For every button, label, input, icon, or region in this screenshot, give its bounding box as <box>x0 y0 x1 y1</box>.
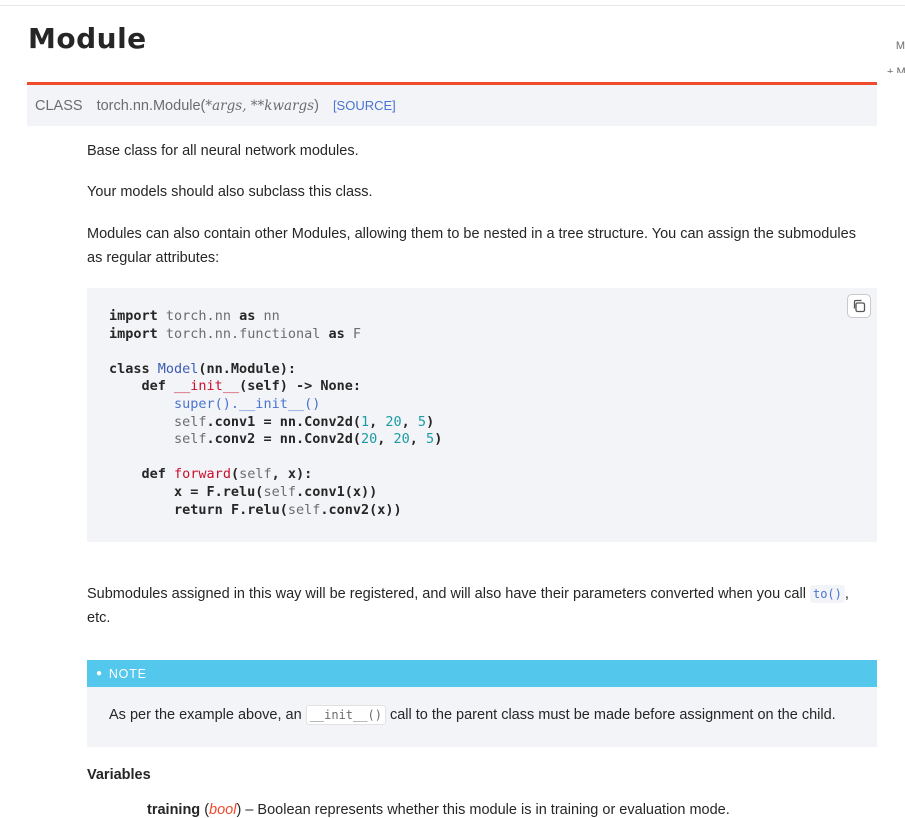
code-token: self <box>174 431 207 448</box>
code-token: super <box>174 395 215 412</box>
code-token: ) <box>434 431 443 448</box>
note-label: NOTE <box>108 666 147 681</box>
code-token: ().__init__() <box>214 395 321 412</box>
code-token: self <box>263 483 296 500</box>
code-token: , <box>401 413 418 430</box>
registration-paragraph: Submodules assigned in this way will be … <box>87 582 872 630</box>
note-body: As per the example above, an __init__() … <box>87 687 877 747</box>
description-paragraph: Base class for all neural network module… <box>87 143 359 159</box>
code-token: , <box>409 431 427 448</box>
variable-name: training <box>147 802 201 818</box>
source-link[interactable]: [SOURCE] <box>333 98 396 113</box>
code-token: (nn.Module): <box>198 360 296 377</box>
code-token: (self) -> None: <box>239 378 361 395</box>
code-token: import <box>109 308 158 324</box>
right-toc-edge: M + M <box>887 33 905 73</box>
note-bullet-icon: ● <box>96 668 103 679</box>
signature-keyword: CLASS <box>35 97 83 114</box>
code-token: .conv1(x)) <box>295 483 378 500</box>
note-text: As per the example above, an <box>109 707 306 723</box>
code-token: 1 <box>360 413 370 430</box>
code-token: Model <box>157 360 199 377</box>
code-token: x = F.relu( <box>174 483 264 500</box>
code-token: 20 <box>360 431 378 448</box>
code-token: ) <box>426 413 435 430</box>
code-token: self <box>287 501 321 518</box>
code-token: class <box>109 360 150 377</box>
code-token: , x): <box>271 466 313 483</box>
code-token: F.relu( <box>222 501 288 518</box>
variable-type-link[interactable]: bool <box>209 802 236 818</box>
signature-name: torch.nn.Module( <box>96 97 206 114</box>
to-method-link[interactable]: to() <box>809 585 845 603</box>
code-block[interactable]: import torch.nn as nn import torch.nn.fu… <box>87 288 877 542</box>
code-token: def <box>141 378 166 395</box>
code-token: self <box>239 466 272 483</box>
code-token: as <box>239 308 256 324</box>
paragraph-text: Submodules assigned in this way will be … <box>87 586 810 602</box>
code-token: torch.nn <box>165 308 231 324</box>
code-token: nn <box>263 308 280 324</box>
code-token: as <box>328 325 345 342</box>
code-token: 20 <box>393 431 410 448</box>
variable-type-paren: ( <box>200 802 210 818</box>
code-token: .conv2 = nn.Conv2d( <box>206 431 361 448</box>
code-token: self <box>174 413 207 430</box>
code-token: .conv1 = nn.Conv2d( <box>206 413 361 430</box>
code-token: F <box>352 325 362 342</box>
toc-item-clipped[interactable]: + M <box>887 59 905 73</box>
top-border <box>0 5 905 6</box>
variable-description: – Boolean represents whether this module… <box>241 802 730 818</box>
code-token: torch.nn.functional <box>165 325 321 342</box>
code-token: import <box>109 325 158 342</box>
copy-icon <box>853 299 866 313</box>
page-title: Module <box>28 22 147 55</box>
code-token: 5 <box>417 413 427 430</box>
code-token: 20 <box>385 413 402 430</box>
code-token: 5 <box>426 431 435 448</box>
code-token: ( <box>230 466 240 483</box>
copy-button[interactable] <box>847 294 871 318</box>
class-signature: CLASS torch.nn.Module( *args, **kwargs )… <box>27 85 877 126</box>
description-paragraph: Your models should also subclass this cl… <box>87 184 373 200</box>
signature-params: *args, **kwargs <box>205 97 315 114</box>
note-header: ● NOTE <box>87 660 877 687</box>
code-token: __init__ <box>174 378 240 395</box>
code-text: import torch.nn as nn import torch.nn.fu… <box>109 308 442 519</box>
description-paragraph: Modules can also contain other Modules, … <box>87 226 856 266</box>
variable-training: training (bool) – Boolean represents whe… <box>147 802 730 818</box>
code-token: , <box>377 431 394 448</box>
code-token: .conv2(x)) <box>320 501 402 518</box>
signature-close: ) <box>314 97 319 114</box>
note-inline-code: __init__() <box>305 705 386 725</box>
toc-item-clipped[interactable]: M <box>887 33 905 59</box>
code-token: forward <box>174 466 231 483</box>
code-token: def <box>141 466 166 483</box>
code-token: , <box>369 413 386 430</box>
code-token: return <box>174 501 223 518</box>
note-text: call to the parent class must be made be… <box>385 707 836 723</box>
variables-heading: Variables <box>87 767 151 783</box>
